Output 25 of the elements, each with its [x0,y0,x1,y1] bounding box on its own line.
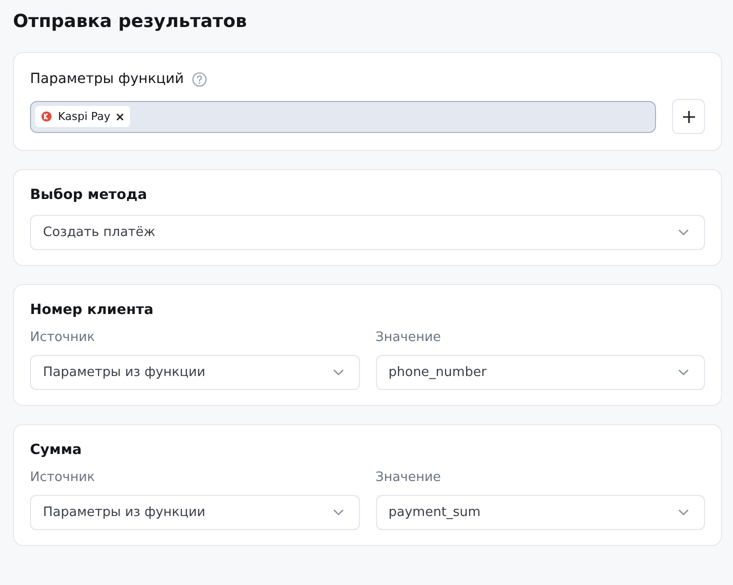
chevron-down-icon [678,369,689,376]
field-label: Значение [376,330,442,345]
section-title: Номер клиента [30,302,154,318]
tag-input-field[interactable]: Kaspi Pay [30,100,656,132]
close-icon[interactable] [116,112,124,120]
chevron-down-icon [678,509,689,516]
dropdown[interactable]: payment_sum [376,495,705,530]
chevron-down-icon [332,369,344,376]
tag-label: Kaspi Pay [58,110,110,123]
plus-icon [682,110,694,122]
method-dropdown[interactable]: Создать платёж [30,215,705,250]
dropdown[interactable]: Параметры из функции [30,495,360,530]
page-title: Отправка результатов [13,10,248,34]
field-label: Источник [30,330,96,345]
dropdown[interactable]: Параметры из функции [30,355,360,390]
section-title: Выбор метода [30,187,148,203]
section-title: Сумма [30,442,83,458]
section-label: Параметры функций [30,71,184,87]
add-button[interactable] [672,99,705,134]
chevron-down-icon [332,509,344,516]
field-label: Источник [30,470,96,485]
chevron-down-icon [678,229,689,236]
logo-icon [41,111,52,122]
dropdown[interactable]: phone_number [376,355,705,390]
field-label: Значение [376,470,442,485]
